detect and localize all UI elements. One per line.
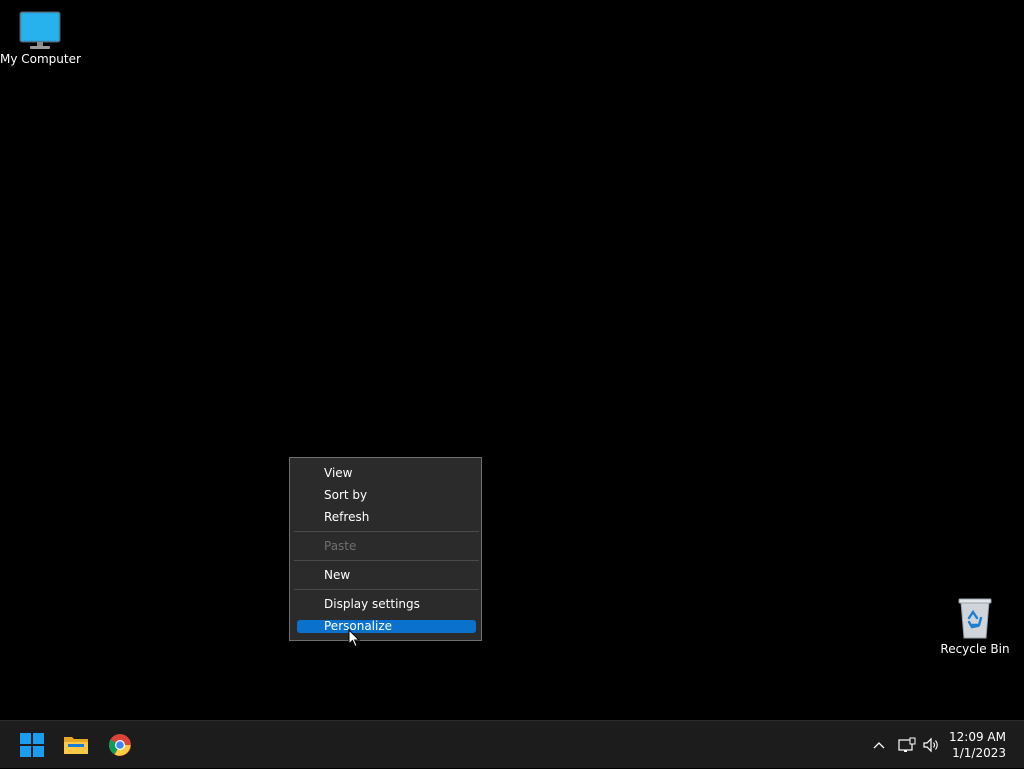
menu-item-personalize[interactable]: Personalize xyxy=(297,620,476,633)
monitor-icon xyxy=(19,11,61,49)
clock-time: 12:09 AM xyxy=(949,730,1006,744)
clock-date: 1/1/2023 xyxy=(952,746,1006,760)
chrome-icon xyxy=(109,734,131,756)
menu-item-display-settings[interactable]: Display settings xyxy=(297,598,476,611)
menu-item-new[interactable]: New xyxy=(297,569,476,582)
network-button[interactable] xyxy=(896,721,918,769)
desktop-icon-label: My Computer xyxy=(0,52,81,66)
menu-item-sort-by[interactable]: Sort by xyxy=(297,489,476,502)
menu-item-refresh[interactable]: Refresh xyxy=(297,511,476,524)
menu-separator xyxy=(294,560,479,561)
file-explorer-button[interactable] xyxy=(60,729,92,761)
start-button[interactable] xyxy=(16,729,48,761)
recycle-bin-icon xyxy=(958,598,992,639)
menu-item-paste: Paste xyxy=(324,539,357,553)
network-icon xyxy=(898,737,916,752)
desktop-icon-recycle-bin[interactable]: Recycle Bin xyxy=(935,596,1015,656)
windows-start-icon xyxy=(20,733,44,757)
volume-icon xyxy=(923,737,938,753)
desktop-icon-my-computer[interactable]: My Computer xyxy=(0,10,81,66)
menu-item-view[interactable]: View xyxy=(297,467,476,480)
show-hidden-icons-button[interactable] xyxy=(868,721,890,769)
taskbar-clock[interactable]: 12:09 AM 1/1/2023 xyxy=(949,729,1006,761)
menu-separator xyxy=(294,589,479,590)
folder-icon xyxy=(64,737,88,754)
desktop-context-menu: View Sort by Refresh Paste New Display s… xyxy=(289,457,482,641)
chrome-button[interactable] xyxy=(104,729,136,761)
volume-button[interactable] xyxy=(920,721,942,769)
chevron-up-icon xyxy=(873,742,885,749)
taskbar: 12:09 AM 1/1/2023 xyxy=(0,720,1024,768)
menu-separator xyxy=(294,531,479,532)
desktop-icon-label: Recycle Bin xyxy=(940,642,1010,656)
